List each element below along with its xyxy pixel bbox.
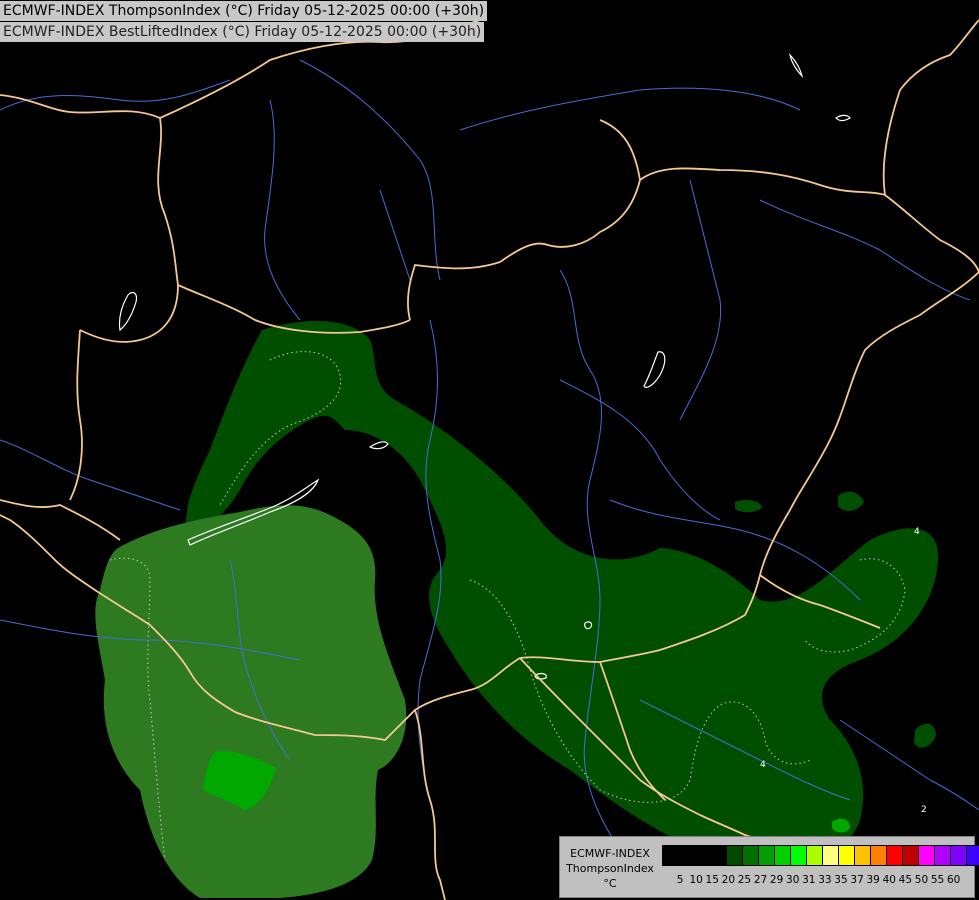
- legend-swatch: [870, 845, 887, 866]
- weather-map: 4 4 2: [0, 0, 979, 900]
- legend-tick-label: 60: [946, 874, 961, 886]
- legend-swatch: [678, 845, 695, 866]
- legend-tick-label: 40: [882, 874, 896, 886]
- legend-swatch: [694, 845, 711, 866]
- legend-tick-label: 39: [866, 874, 880, 886]
- legend-swatch: [822, 845, 839, 866]
- legend-swatch: [742, 845, 759, 866]
- legend-tick-label: 27: [753, 874, 768, 886]
- legend-tick-label: 30: [786, 874, 800, 886]
- legend-tick-label: 5: [676, 874, 684, 886]
- legend-swatch: [790, 845, 807, 866]
- legend-swatch: [950, 845, 967, 866]
- legend-tick-label: 31: [802, 874, 816, 886]
- legend-ticks: 5 10 15 20 25 27 29 30 31 33 35 37 39 40 45 50 55 60: [672, 874, 962, 886]
- legend-swatch: [758, 845, 775, 866]
- legend-swatch: [902, 845, 919, 866]
- legend-swatch: [966, 845, 979, 866]
- legend-tick-label: 45: [898, 874, 913, 886]
- legend-tick-label: 35: [834, 874, 848, 886]
- color-legend: ECMWF-INDEX ThompsonIndex °C 5 10 15 20 25 27…: [559, 836, 979, 898]
- legend-unit-label: °C: [603, 877, 617, 890]
- legend-model-label: ECMWF-INDEX: [570, 847, 650, 860]
- legend-tick-label: 50: [914, 874, 929, 886]
- legend-swatches: [662, 845, 979, 866]
- legend-tick-label: 20: [721, 874, 736, 886]
- legend-tick-label: 29: [769, 874, 784, 886]
- legend-swatch: [710, 845, 727, 866]
- svg-text:2: 2: [921, 805, 927, 815]
- legend-swatch: [886, 845, 903, 866]
- svg-text:4: 4: [760, 760, 766, 770]
- legend-swatch: [726, 845, 743, 866]
- legend-tick-label: 10: [689, 874, 703, 886]
- legend-tick-label: 33: [818, 874, 832, 886]
- legend-swatch: [838, 845, 855, 866]
- map-title-best-lifted-index: ECMWF-INDEX BestLiftedIndex (°C) Friday …: [0, 22, 485, 42]
- legend-swatch: [662, 845, 679, 866]
- legend-swatch: [774, 845, 791, 866]
- map-title-thompson-index: ECMWF-INDEX ThompsonIndex (°C) Friday 05…: [0, 1, 488, 21]
- legend-param-label: ThompsonIndex: [566, 862, 654, 875]
- legend-tick-label: 55: [930, 874, 945, 886]
- legend-tick-label: 15: [705, 874, 719, 886]
- legend-swatch: [806, 845, 823, 866]
- legend-tick-label: 25: [737, 874, 752, 886]
- svg-text:4: 4: [914, 527, 920, 537]
- legend-swatch: [854, 845, 871, 866]
- legend-swatch: [918, 845, 935, 866]
- legend-tick-label: 37: [850, 874, 864, 886]
- legend-swatch: [934, 845, 951, 866]
